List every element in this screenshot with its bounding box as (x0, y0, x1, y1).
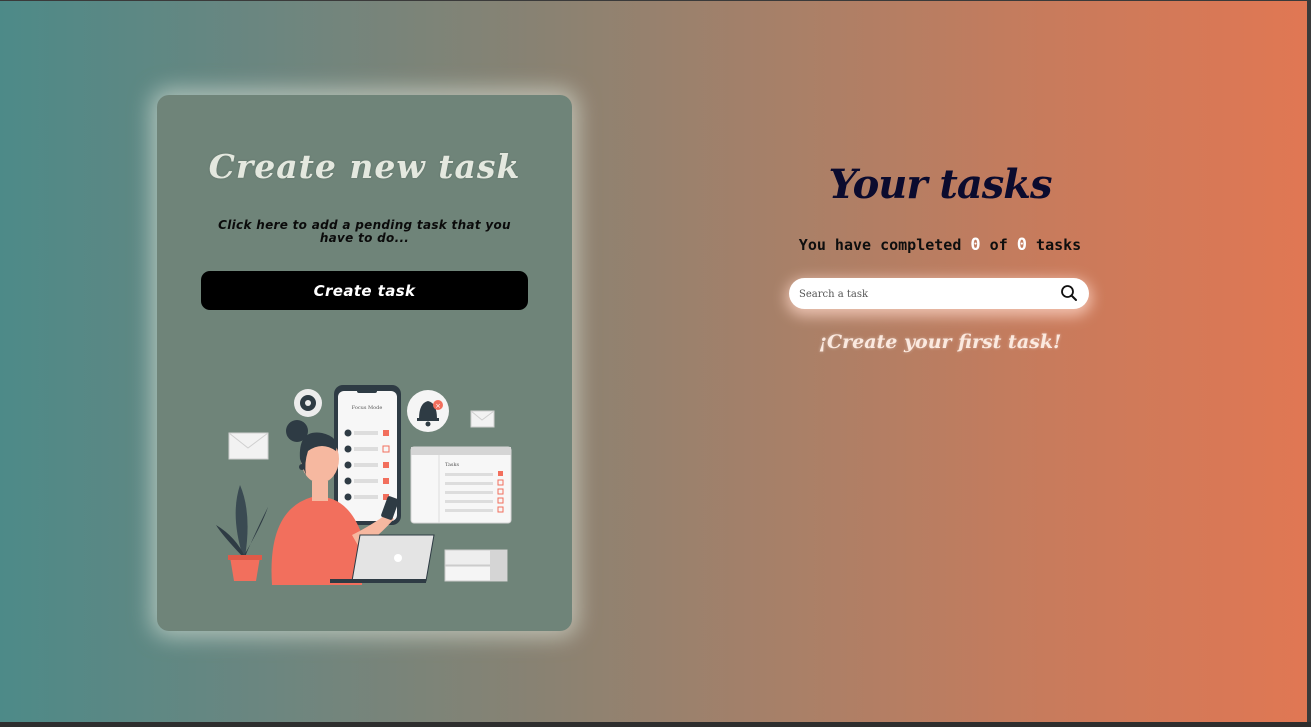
tasks-window: Tasks (410, 446, 512, 524)
create-task-button[interactable]: Create task (201, 271, 528, 310)
progress-prefix: You have completed (798, 236, 962, 254)
task-progress: You have completed 0 of 0 tasks (740, 235, 1140, 255)
svg-text:Tasks: Tasks (445, 462, 460, 468)
search-input[interactable] (799, 284, 1049, 304)
svg-text:×: × (435, 402, 441, 410)
svg-text:Focus Mode: Focus Mode (352, 405, 383, 411)
completed-count: 0 (970, 235, 981, 255)
books-icon (444, 549, 508, 582)
plant-icon (216, 485, 268, 581)
progress-suffix: tasks (1036, 236, 1082, 254)
mail-icon (228, 432, 269, 460)
search-icon[interactable] (1060, 284, 1078, 302)
empty-tasks-message: ¡Create your first task! (818, 331, 1062, 353)
task-illustration: × Focus Mode Tasks (216, 385, 512, 585)
create-task-description: Click here to add a pending task that yo… (218, 218, 511, 245)
create-task-title: Create new task (208, 147, 521, 186)
total-count: 0 (1016, 235, 1028, 255)
your-tasks-title: Your tasks (828, 161, 1053, 208)
mail-icon (470, 410, 495, 428)
target-icon (294, 389, 322, 417)
bell-icon: × (407, 390, 449, 432)
window-edge (1307, 0, 1311, 722)
create-task-card: Create new task Click here to add a pend… (157, 95, 572, 631)
app-background: Create new task Click here to add a pend… (0, 0, 1311, 722)
window-bottom-bar (0, 722, 1311, 727)
search-bar (789, 278, 1089, 309)
progress-mid: of (989, 236, 1008, 254)
